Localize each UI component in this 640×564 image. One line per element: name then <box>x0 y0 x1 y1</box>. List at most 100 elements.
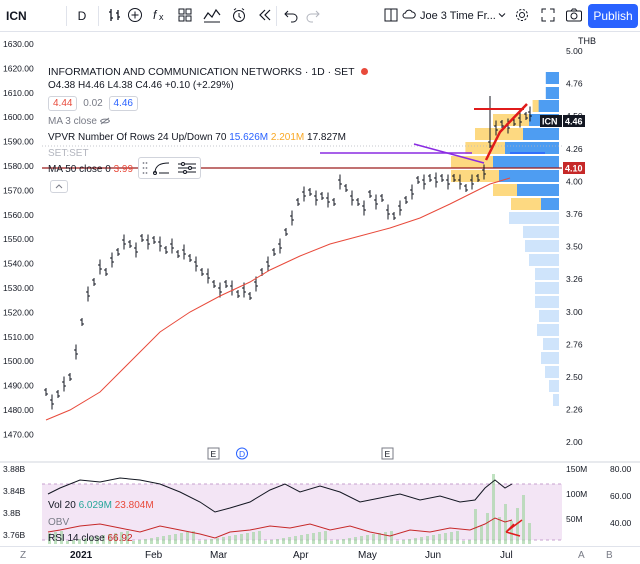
volume-bar <box>366 535 369 544</box>
compare-symbol-legend[interactable]: SET:SET <box>48 147 89 160</box>
replay-icon[interactable] <box>256 7 274 25</box>
ma50-value: 3.99 <box>113 164 134 175</box>
volume-bar <box>516 508 519 544</box>
vp-row-up <box>523 128 559 140</box>
obv-legend[interactable]: OBV <box>48 516 69 529</box>
left-axis-label: 1620.00 <box>3 63 34 73</box>
volume-axis-label: 50M <box>566 514 583 524</box>
legend-collapse-button[interactable] <box>50 180 68 193</box>
volume-label: Vol 20 <box>48 500 76 511</box>
rsi-axis-label: 60.00 <box>610 491 632 501</box>
chevron-down-icon[interactable] <box>496 7 508 25</box>
legend-interval: 1D <box>311 66 325 78</box>
volume-bar <box>198 541 201 544</box>
time-label-2021: 2021 <box>70 550 93 561</box>
high-value: 4.46 <box>85 80 105 91</box>
right-axis-label: 4.00 <box>566 176 583 186</box>
vp-row-up <box>545 87 559 99</box>
ma50-legend[interactable]: MA 50 close 0 3.99 <box>48 163 133 176</box>
rsi-value: 66.92 <box>107 533 133 544</box>
floating-drawing-toolbar[interactable] <box>138 157 201 179</box>
dividend-marker-label: D <box>239 449 245 459</box>
volume-bar <box>318 532 321 544</box>
redo-icon[interactable] <box>304 7 322 25</box>
symbol-description: INFORMATION AND COMMUNICATION NETWORKS <box>48 66 302 78</box>
auto-scale-button[interactable]: A <box>578 550 585 561</box>
rsi-legend[interactable]: RSI 14 close 66.92 <box>48 532 133 545</box>
earnings-marker-label: E <box>211 449 217 459</box>
templates-icon[interactable] <box>176 7 194 25</box>
left-axis-label: 1510.00 <box>3 332 34 342</box>
drag-handle-icon[interactable] <box>142 161 148 178</box>
compare-add-icon[interactable] <box>126 7 144 25</box>
volume-bar <box>528 523 531 544</box>
vp-row-background <box>509 212 559 224</box>
time-label-jul: Jul <box>500 550 513 561</box>
volume-bar <box>444 533 447 544</box>
left-axis-label: 1480.00 <box>3 405 34 415</box>
left-axis-label: 1540.00 <box>3 259 34 269</box>
chart-area[interactable]: 1630.00 1620.00 1610.00 1600.00 1590.00 1580.… <box>0 32 640 546</box>
hidden-eye-icon[interactable] <box>99 116 110 127</box>
svg-text:f: f <box>153 8 158 22</box>
financials-icon[interactable] <box>202 7 222 25</box>
vpvr-legend[interactable]: VPVR Number Of Rows 24 Up/Down 70 15.626… <box>48 131 346 144</box>
volume-bar <box>252 532 255 544</box>
alert-clock-icon[interactable] <box>230 7 248 25</box>
vp-row-background <box>541 352 559 364</box>
undo-icon[interactable] <box>282 7 300 25</box>
log-scale-button[interactable]: B <box>606 550 613 561</box>
curve-tool-icon[interactable] <box>153 161 171 178</box>
left-axis-label: 1630.00 <box>3 39 34 49</box>
volume-bar <box>312 533 315 544</box>
volume-bar <box>168 535 171 544</box>
time-axis[interactable]: Z 2021 Feb Mar Apr May Jun Jul A B <box>0 546 640 564</box>
volume-bar <box>216 538 219 544</box>
sell-price-button[interactable]: 4.44 <box>48 96 78 111</box>
lower-left-axis-label: 3.76B <box>3 530 26 540</box>
time-label-may: May <box>358 550 377 561</box>
right-axis-label: 2.76 <box>566 339 583 349</box>
volume-bar <box>360 536 363 544</box>
ma3-legend[interactable]: MA 3 close <box>48 115 110 128</box>
volume-bar <box>348 538 351 544</box>
left-axis-label: 1520.00 <box>3 307 34 317</box>
left-axis-label: 1500.00 <box>3 356 34 366</box>
interval-button[interactable]: D <box>74 7 90 25</box>
settings-lines-icon[interactable] <box>177 161 197 178</box>
left-price-axis[interactable]: 1630.00 1620.00 1610.00 1600.00 1590.00 1580.… <box>3 39 34 439</box>
volume-value-a: 6.029M <box>78 500 112 511</box>
buy-price-button[interactable]: 4.46 <box>108 96 138 111</box>
time-label-jun: Jun <box>425 550 442 561</box>
volume-bar <box>480 526 483 544</box>
volume-bar <box>426 536 429 544</box>
symbol-search-box[interactable]: ICN <box>6 7 62 25</box>
camera-snapshot-icon[interactable] <box>564 7 584 25</box>
volume-bar <box>246 533 249 544</box>
vp-row-down <box>532 100 539 112</box>
volume-bar <box>282 538 285 544</box>
volume-axis-label: 100M <box>566 489 587 499</box>
volume-bar <box>186 532 189 544</box>
settings-gear-icon[interactable] <box>512 7 532 25</box>
vp-row-up <box>545 72 559 84</box>
right-price-axis[interactable]: 5.004.764.504.264.003.763.503.263.002.76… <box>566 46 583 447</box>
indicators-icon[interactable]: fx <box>150 7 172 25</box>
layout-grid-icon[interactable] <box>382 7 400 25</box>
publish-button[interactable]: Publish <box>588 4 638 28</box>
volume-legend[interactable]: Vol 20 6.029M 23.804M <box>48 499 154 512</box>
vp-row-background <box>535 282 559 294</box>
volume-bar <box>270 540 273 544</box>
volume-bar <box>402 540 405 544</box>
bar-style-icon[interactable] <box>106 7 124 25</box>
svg-text:x: x <box>159 12 164 22</box>
volume-bar <box>228 536 231 544</box>
time-zone-button[interactable]: Z <box>20 550 26 561</box>
volume-bar <box>486 513 489 544</box>
vpvr-down-value: 2.201M <box>270 132 305 143</box>
toolbar-divider <box>276 6 277 26</box>
left-axis-label: 1570.00 <box>3 185 34 195</box>
fullscreen-icon[interactable] <box>538 7 558 25</box>
vp-row-down <box>465 142 505 154</box>
vp-row-background <box>523 226 559 238</box>
